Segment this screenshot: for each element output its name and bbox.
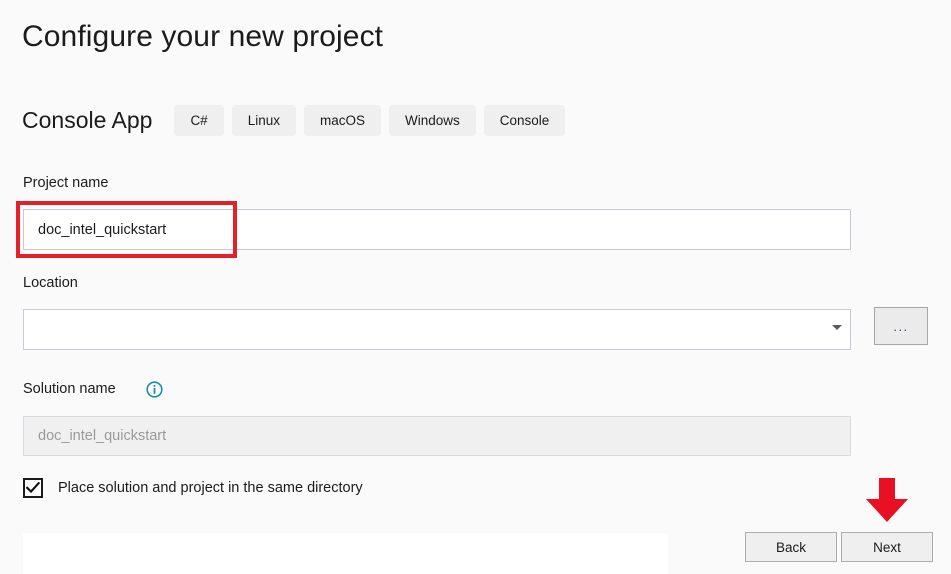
template-header: Console App C# Linux macOS Windows Conso… [22,105,573,136]
tag-pill-linux: Linux [232,105,296,136]
tag-pill-macos: macOS [304,105,381,136]
tag-pill-language: C# [174,105,223,136]
browse-location-button[interactable]: ... [874,307,928,345]
down-arrow-icon [862,478,912,523]
info-circle-icon[interactable] [146,381,163,398]
project-name-label: Project name [23,175,108,191]
location-input[interactable] [23,309,851,350]
project-name-input[interactable] [23,209,851,250]
back-button[interactable]: Back [745,532,837,562]
same-directory-label: Place solution and project in the same d… [58,480,363,496]
bottom-panel [23,533,668,574]
solution-name-input [23,416,851,456]
chevron-down-icon[interactable] [832,325,842,330]
tag-pill-console: Console [484,105,566,136]
same-directory-option-row[interactable]: Place solution and project in the same d… [23,478,363,498]
tag-pill-windows: Windows [389,105,476,136]
page-title: Configure your new project [22,20,383,54]
solution-name-label: Solution name [23,381,116,397]
checkmark-icon [26,482,40,494]
same-directory-checkbox[interactable] [23,478,43,498]
template-name: Console App [22,107,152,134]
down-arrow-annotation [862,478,912,523]
next-button[interactable]: Next [841,532,933,562]
location-label: Location [23,275,78,291]
